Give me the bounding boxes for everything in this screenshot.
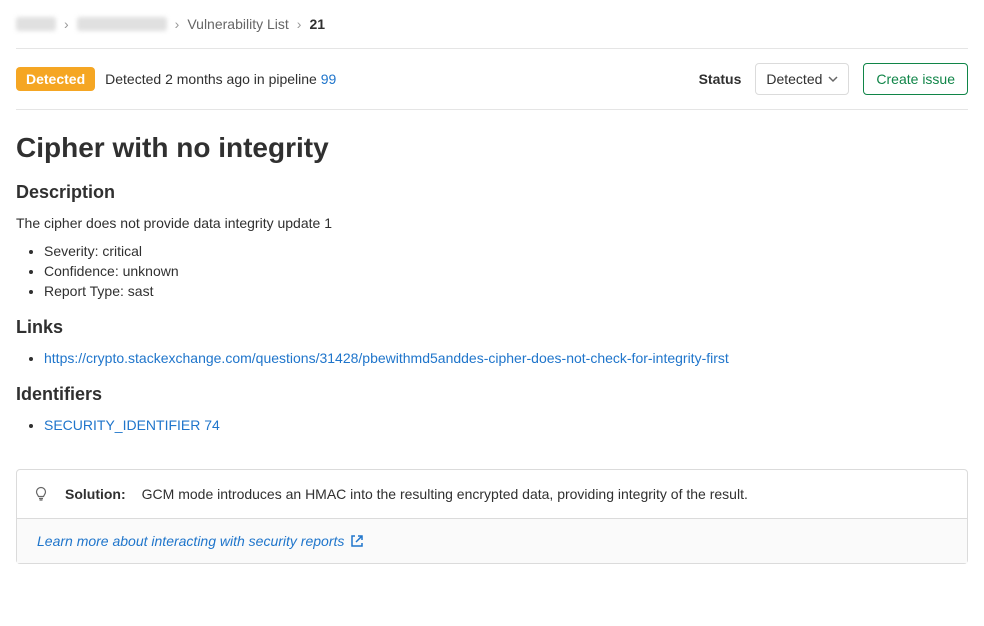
- breadcrumb-blur-1: [16, 17, 56, 31]
- list-item: Severity: critical: [44, 243, 968, 259]
- header-row: Detected Detected 2 months ago in pipeli…: [16, 49, 968, 110]
- external-link-icon: [350, 534, 364, 548]
- list-item: https://crypto.stackexchange.com/questio…: [44, 350, 968, 366]
- solution-text: GCM mode introduces an HMAC into the res…: [142, 486, 748, 502]
- description-text: The cipher does not provide data integri…: [16, 215, 968, 231]
- breadcrumb-current: 21: [309, 16, 325, 32]
- solution-label: Solution:: [65, 486, 126, 502]
- solution-box: Solution: GCM mode introduces an HMAC in…: [16, 469, 968, 564]
- header-right: Status Detected Create issue: [699, 63, 968, 95]
- status-dropdown-value: Detected: [766, 71, 822, 87]
- description-heading: Description: [16, 182, 968, 203]
- breadcrumb-vuln-list[interactable]: Vulnerability List: [187, 16, 288, 32]
- links-heading: Links: [16, 317, 968, 338]
- solution-bottom: Learn more about interacting with securi…: [17, 518, 967, 563]
- list-item: Report Type: sast: [44, 283, 968, 299]
- create-issue-button[interactable]: Create issue: [863, 63, 968, 95]
- header-left: Detected Detected 2 months ago in pipeli…: [16, 67, 336, 91]
- breadcrumb-blur-2: [77, 17, 167, 31]
- lightbulb-icon: [33, 486, 49, 502]
- learn-more-link[interactable]: Learn more about interacting with securi…: [37, 533, 364, 549]
- chevron-down-icon: [828, 74, 838, 84]
- breadcrumb-separator: ›: [175, 16, 180, 32]
- solution-top: Solution: GCM mode introduces an HMAC in…: [17, 470, 967, 518]
- detected-text: Detected 2 months ago in pipeline 99: [105, 71, 336, 87]
- breadcrumb-separator: ›: [297, 16, 302, 32]
- status-dropdown[interactable]: Detected: [755, 63, 849, 95]
- breadcrumb: › › Vulnerability List › 21: [16, 16, 968, 49]
- pipeline-link[interactable]: 99: [321, 71, 337, 87]
- learn-more-text: Learn more about interacting with securi…: [37, 533, 344, 549]
- external-link[interactable]: https://crypto.stackexchange.com/questio…: [44, 350, 729, 366]
- detected-text-label: Detected 2 months ago in pipeline: [105, 71, 321, 87]
- list-item: Confidence: unknown: [44, 263, 968, 279]
- status-label: Status: [699, 71, 742, 87]
- status-badge: Detected: [16, 67, 95, 91]
- identifiers-list: SECURITY_IDENTIFIER 74: [16, 417, 968, 433]
- identifiers-heading: Identifiers: [16, 384, 968, 405]
- identifier-link[interactable]: SECURITY_IDENTIFIER 74: [44, 417, 220, 433]
- description-list: Severity: critical Confidence: unknown R…: [16, 243, 968, 299]
- list-item: SECURITY_IDENTIFIER 74: [44, 417, 968, 433]
- page-title: Cipher with no integrity: [16, 132, 968, 164]
- links-list: https://crypto.stackexchange.com/questio…: [16, 350, 968, 366]
- breadcrumb-separator: ›: [64, 16, 69, 32]
